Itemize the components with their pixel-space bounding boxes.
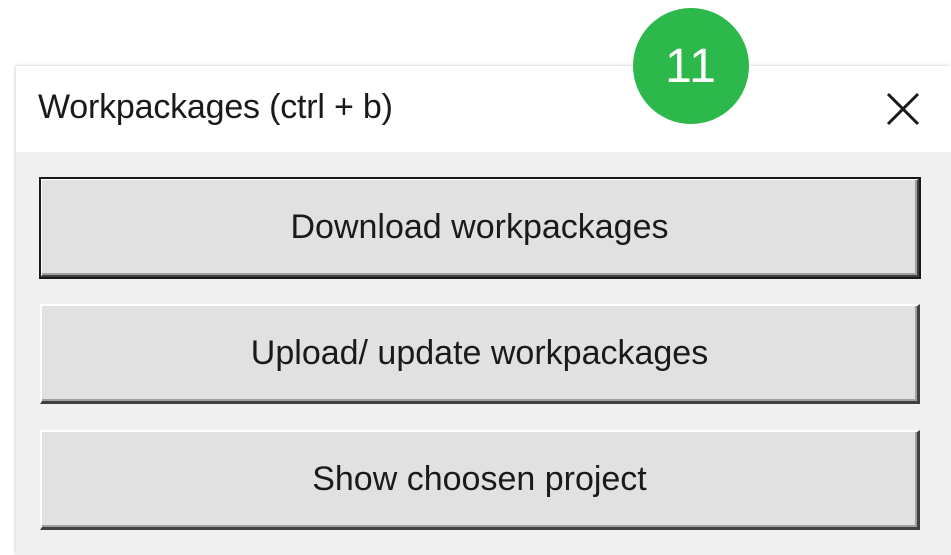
download-workpackages-button[interactable]: Download workpackages [39, 177, 921, 279]
dialog-titlebar: Workpackages (ctrl + b) [16, 66, 951, 152]
show-chosen-project-button[interactable]: Show choosen project [40, 430, 920, 530]
workpackages-dialog: Workpackages (ctrl + b) Download workpac… [16, 66, 951, 555]
screenshot-stage: Workpackages (ctrl + b) Download workpac… [0, 0, 951, 555]
upload-update-workpackages-label: Upload/ update workpackages [250, 334, 709, 372]
close-icon [886, 92, 920, 126]
close-button[interactable] [882, 88, 924, 130]
download-workpackages-label: Download workpackages [290, 208, 669, 246]
step-number-badge: 11 [633, 8, 749, 124]
step-number: 11 [665, 39, 717, 93]
dialog-title: Workpackages (ctrl + b) [38, 88, 393, 126]
show-chosen-project-label: Show choosen project [312, 460, 647, 498]
upload-update-workpackages-button[interactable]: Upload/ update workpackages [40, 304, 920, 404]
